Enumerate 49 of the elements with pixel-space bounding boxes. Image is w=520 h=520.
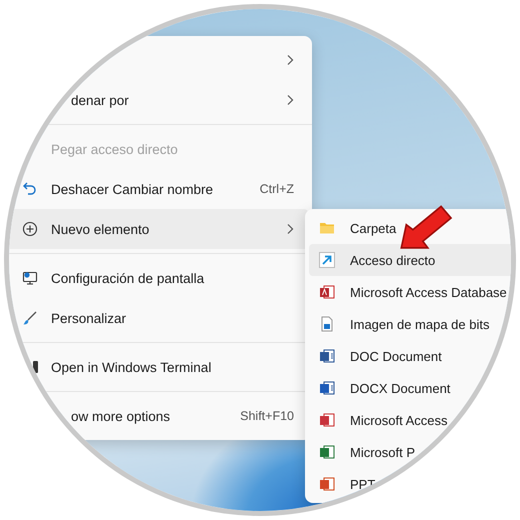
- menu-item[interactable]: Configuración de pantalla: [9, 258, 308, 298]
- monitor-gear-icon: [22, 270, 38, 286]
- brush-icon: [22, 310, 38, 326]
- submenu-item-label: Microsoft P: [350, 444, 416, 460]
- submenu-item[interactable]: DOCX Document: [309, 372, 511, 404]
- submenu-item-label: DOCX Document: [350, 380, 452, 396]
- menu-item-label: Nuevo elemento: [51, 222, 150, 236]
- chevron-right-icon: [286, 94, 294, 106]
- plus-circle-icon: [22, 221, 38, 237]
- submenu-item[interactable]: Acceso directo: [309, 244, 511, 276]
- database-file-icon: [319, 412, 335, 428]
- undo-icon: [22, 181, 38, 197]
- menu-item-label: denar por: [70, 92, 130, 108]
- shortcut-label: Ctrl+Z: [260, 182, 294, 196]
- menu-item-label: ow more options: [70, 408, 172, 424]
- menu-item-label: Personalizar: [51, 310, 128, 326]
- submenu-item[interactable]: Carpeta: [309, 212, 511, 244]
- submenu-item-label: Microsoft Access Database: [350, 284, 508, 300]
- spreadsheet-file-icon: [319, 444, 335, 460]
- folder-icon: [319, 220, 335, 236]
- document-icon: [319, 380, 335, 396]
- menu-item[interactable]: Personalizar: [9, 298, 308, 338]
- submenu-item[interactable]: DOC Document: [309, 340, 511, 372]
- database-file-icon: [319, 284, 335, 300]
- submenu-item[interactable]: Microsoft P: [309, 436, 511, 468]
- submenu-item-label: Acceso directo: [350, 252, 436, 268]
- menu-item-label: Deshacer Cambiar nombre: [51, 182, 214, 196]
- submenu-item[interactable]: Microsoft Access Database: [309, 276, 511, 308]
- submenu-item-label: Imagen de mapa de bits: [350, 316, 490, 332]
- menu-item[interactable]: denar por: [9, 80, 308, 120]
- submenu-item-label: Carpeta: [350, 220, 398, 236]
- menu-item[interactable]: ow more options Shift+F10: [9, 396, 308, 436]
- submenu-item[interactable]: Imagen de mapa de bits: [309, 308, 511, 340]
- submenu-item-label: Microsoft Access: [350, 412, 449, 428]
- menu-item-label: Open in Windows Terminal: [51, 360, 212, 374]
- menu-item[interactable]: Nuevo elemento: [9, 209, 308, 249]
- menu-item[interactable]: Open in Windows Terminal: [9, 347, 308, 387]
- menu-item-label: Pegar acceso directo: [51, 142, 179, 156]
- chevron-right-icon: [286, 223, 294, 235]
- presentation-file-icon: [319, 476, 335, 492]
- submenu-item[interactable]: Microsoft Access: [309, 404, 511, 436]
- menu-item-label: Configuración de pantalla: [51, 270, 206, 286]
- terminal-icon: [33, 361, 38, 373]
- shortcut-label: Shift+F10: [240, 409, 294, 423]
- document-icon: [319, 348, 335, 364]
- chevron-right-icon: [286, 54, 294, 66]
- image-file-icon: [319, 316, 335, 332]
- submenu-item-label: DOC Document: [350, 348, 443, 364]
- menu-item[interactable]: Deshacer Cambiar nombre Ctrl+Z: [9, 169, 308, 209]
